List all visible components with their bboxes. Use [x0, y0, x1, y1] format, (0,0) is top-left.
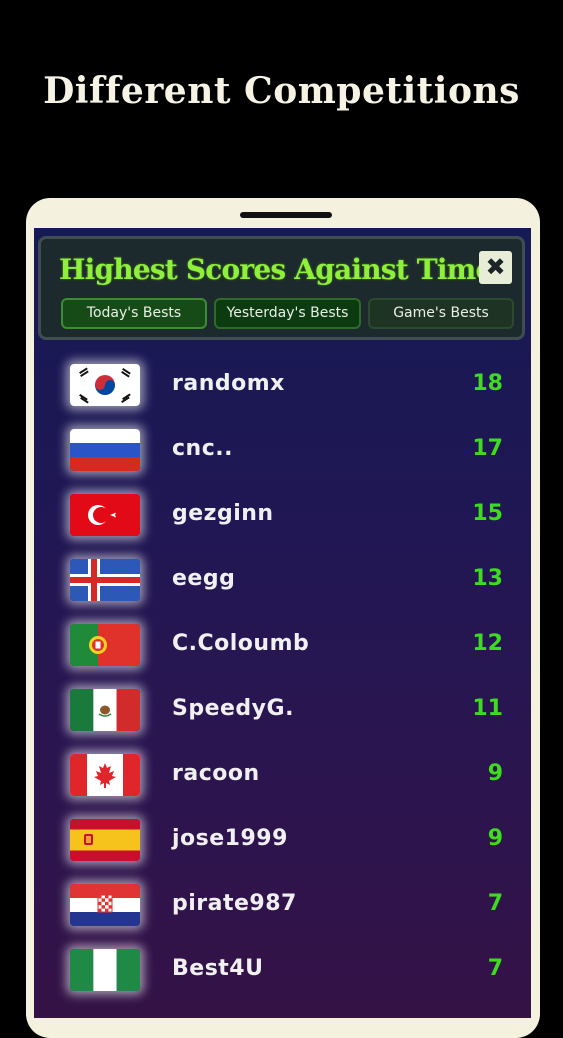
player-name: pirate987: [172, 891, 297, 916]
game-screen: Highest Scores Against Time ✖ Today's Be…: [34, 228, 531, 1018]
player-score: 15: [472, 501, 503, 526]
player-score: 18: [472, 371, 503, 396]
headline: Different Competitions: [43, 70, 520, 112]
leaderboard-row[interactable]: SpeedyG. 11: [34, 683, 531, 747]
player-name: randomx: [172, 371, 285, 396]
close-button[interactable]: ✖: [479, 251, 512, 284]
player-score: 7: [487, 891, 503, 916]
leaderboard-row[interactable]: racoon 9: [34, 748, 531, 812]
leaderboard-row[interactable]: eegg 13: [34, 553, 531, 617]
tab-todays-bests[interactable]: Today's Bests: [61, 298, 207, 329]
player-name: jose1999: [172, 826, 288, 851]
player-name: C.Coloumb: [172, 631, 310, 656]
nigeria-flag: [70, 949, 140, 991]
player-name: eegg: [172, 566, 236, 591]
player-name: cnc..: [172, 436, 233, 461]
player-name: gezginn: [172, 501, 274, 526]
south-korea-flag: [70, 364, 140, 406]
canada-flag: [70, 754, 140, 796]
leaderboard-row[interactable]: gezginn 15: [34, 488, 531, 552]
phone-speaker: [240, 212, 332, 218]
player-score: 12: [472, 631, 503, 656]
player-score: 7: [487, 956, 503, 981]
turkey-flag: [70, 494, 140, 536]
leaderboard-row[interactable]: randomx 18: [34, 358, 531, 422]
spain-flag: [70, 819, 140, 861]
croatia-flag: [70, 884, 140, 926]
portugal-flag: [70, 624, 140, 666]
player-score: 9: [487, 761, 503, 786]
leaderboard-row[interactable]: jose1999 9: [34, 813, 531, 877]
panel-title: Highest Scores Against Time: [59, 253, 493, 286]
player-name: racoon: [172, 761, 260, 786]
russia-flag: [70, 429, 140, 471]
tab-yesterdays-bests[interactable]: Yesterday's Bests: [214, 298, 361, 329]
player-name: Best4U: [172, 956, 264, 981]
tab-games-bests[interactable]: Game's Bests: [368, 298, 514, 329]
iceland-flag: [70, 559, 140, 601]
leaderboard-row[interactable]: cnc.. 17: [34, 423, 531, 487]
player-score: 13: [472, 566, 503, 591]
player-score: 17: [472, 436, 503, 461]
mexico-flag: [70, 689, 140, 731]
leaderboard-row[interactable]: pirate987 7: [34, 878, 531, 942]
player-name: SpeedyG.: [172, 696, 294, 721]
leaderboard-header: Highest Scores Against Time ✖ Today's Be…: [38, 236, 525, 340]
player-score: 9: [487, 826, 503, 851]
player-score: 11: [472, 696, 503, 721]
leaderboard-row[interactable]: Best4U 7: [34, 943, 531, 1007]
leaderboard-row[interactable]: C.Coloumb 12: [34, 618, 531, 682]
